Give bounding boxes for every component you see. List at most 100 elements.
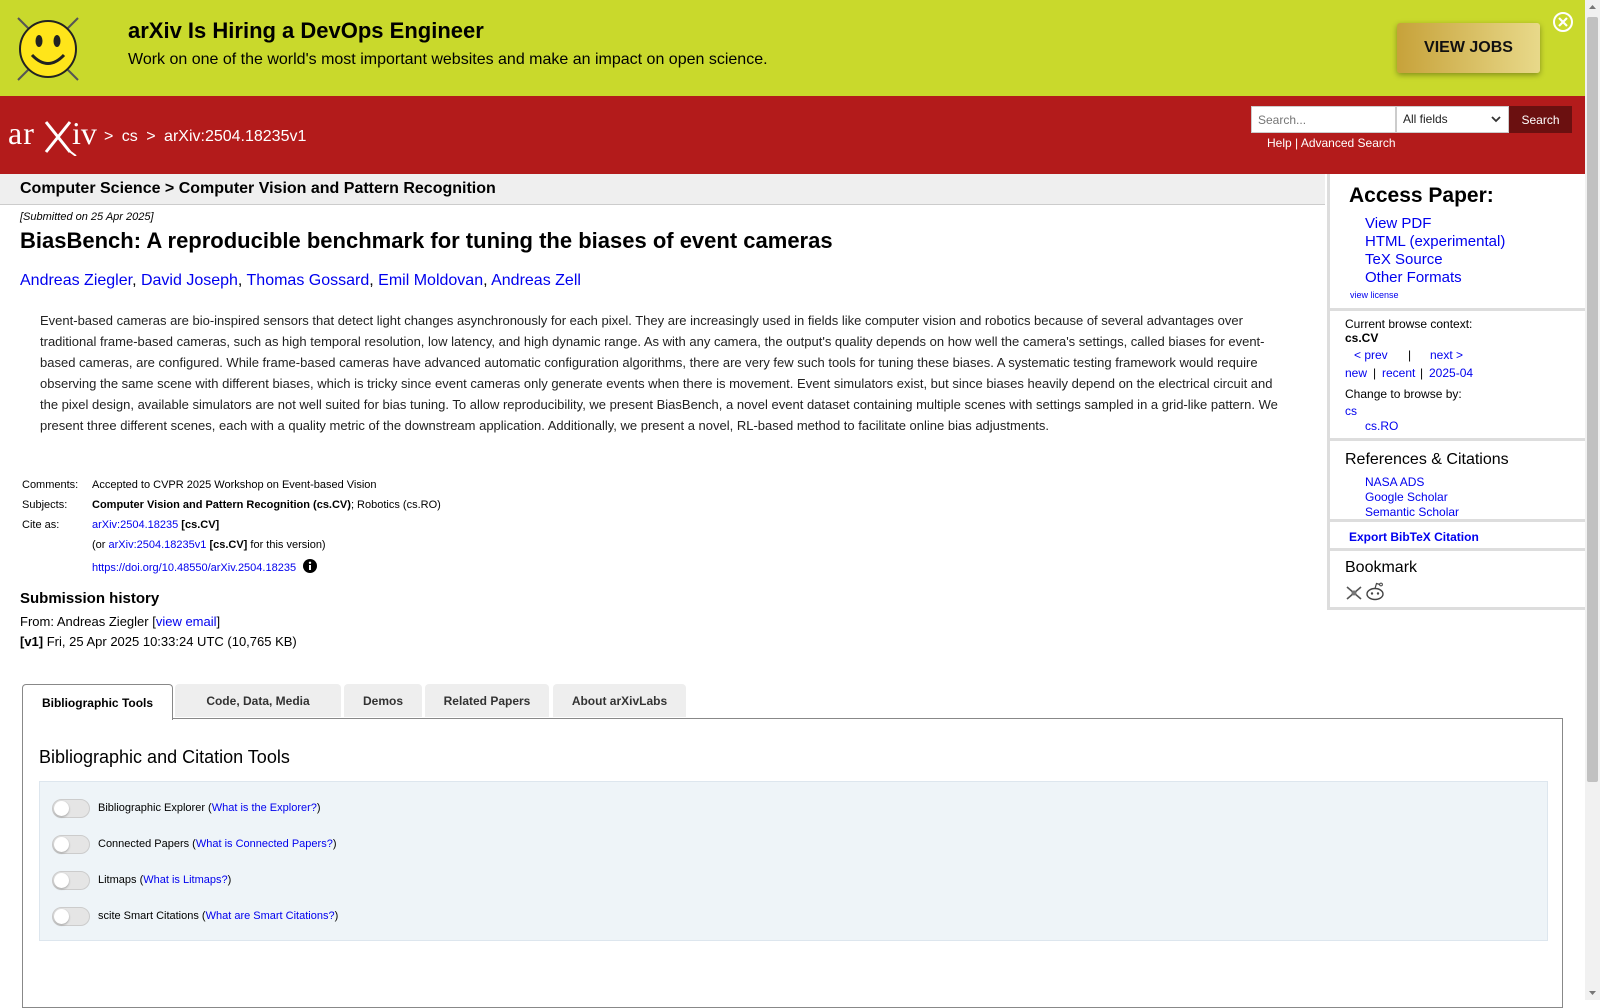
scroll-up-icon[interactable] [1585, 0, 1600, 15]
semantic-scholar-link[interactable]: Semantic Scholar [1365, 505, 1459, 519]
nav-separator: | [1420, 366, 1424, 380]
browse-cs-ro-link[interactable]: cs.RO [1365, 419, 1398, 433]
new-link[interactable]: new [1345, 366, 1367, 380]
other-formats-link[interactable]: Other Formats [1365, 269, 1462, 286]
bookmark-section: Bookmark [1330, 551, 1588, 610]
browse-cs-link[interactable]: cs [1345, 404, 1357, 418]
paper-title: BiasBench: A reproducible benchmark for … [20, 228, 833, 253]
export-section: Export BibTeX Citation [1330, 522, 1588, 551]
cite-category: [cs.CV] [181, 519, 220, 531]
version-label[interactable]: [v1] [20, 634, 43, 649]
breadcrumb: > cs > arXiv:2504.18235v1 [104, 128, 310, 146]
doi-link[interactable]: https://doi.org/10.48550/arXiv.2504.1823… [92, 562, 296, 574]
cite-version-link[interactable]: arXiv:2504.18235v1 [109, 539, 207, 551]
explorer-toggle[interactable] [52, 798, 90, 818]
page-scrollbar[interactable] [1585, 0, 1600, 1000]
tool-row-litmaps: Litmaps (What is Litmaps?) [52, 869, 231, 891]
svg-text:ar: ar [8, 115, 35, 151]
bibsonomy-icon[interactable] [1345, 585, 1363, 601]
cite-version-category: [cs.CV] [209, 539, 248, 551]
view-pdf-link[interactable]: View PDF [1365, 215, 1431, 232]
arxiv-logo-icon[interactable]: ar iv [8, 114, 101, 156]
browse-context-section: Current browse context: cs.CV < prev | n… [1330, 311, 1588, 441]
litmaps-toggle[interactable] [52, 870, 90, 890]
tool-close: ) [334, 910, 339, 922]
search-input[interactable] [1251, 106, 1396, 133]
tool-close: ) [227, 874, 232, 886]
scite-toggle[interactable] [52, 906, 90, 926]
google-scholar-link[interactable]: Google Scholar [1365, 490, 1448, 504]
author-link[interactable]: David Joseph [141, 272, 238, 289]
advanced-search-link[interactable]: Advanced Search [1301, 136, 1396, 150]
comments-value: Accepted to CVPR 2025 Workshop on Event-… [92, 479, 377, 491]
author-link[interactable]: Thomas Gossard [247, 272, 370, 289]
author-link[interactable]: Emil Moldovan [378, 272, 483, 289]
connected-papers-toggle[interactable] [52, 834, 90, 854]
breadcrumb-cs[interactable]: cs [122, 128, 138, 145]
prev-link[interactable]: < prev [1354, 348, 1388, 362]
search-button[interactable]: Search [1509, 106, 1572, 133]
author-separator: , [369, 272, 374, 289]
info-icon[interactable] [303, 559, 318, 573]
recent-link[interactable]: recent [1382, 366, 1415, 380]
subjects-label: Subjects: [22, 499, 68, 511]
comments-label: Comments: [22, 479, 79, 491]
view-jobs-button[interactable]: VIEW JOBS [1397, 23, 1540, 73]
tool-help-link[interactable]: What is Connected Papers? [196, 838, 333, 850]
close-icon[interactable] [1552, 11, 1574, 33]
scroll-down-icon[interactable] [1585, 985, 1600, 1000]
tool-row-explorer: Bibliographic Explorer (What is the Expl… [52, 797, 321, 819]
search-field-select[interactable]: All fields [1396, 106, 1509, 133]
references-title: References & Citations [1345, 451, 1509, 468]
reddit-icon[interactable] [1365, 582, 1385, 601]
tool-close: ) [316, 802, 321, 814]
tool-help-link[interactable]: What are Smart Citations? [206, 910, 335, 922]
view-license-link[interactable]: view license [1350, 290, 1399, 300]
breadcrumb-separator: > [104, 128, 114, 145]
search-field-value: All fields [1403, 112, 1448, 126]
tab-code-data-media[interactable]: Code, Data, Media [175, 684, 341, 717]
metadata-table: Comments: Accepted to CVPR 2025 Workshop… [20, 479, 443, 579]
author-link[interactable]: Andreas Ziegler [20, 272, 132, 289]
tab-related-papers[interactable]: Related Papers [425, 684, 549, 717]
tool-row-scite: scite Smart Citations (What are Smart Ci… [52, 905, 338, 927]
author-list: Andreas Ziegler, David Joseph, Thomas Go… [20, 272, 581, 290]
cite-value: arXiv:2504.18235 [cs.CV] [90, 519, 443, 539]
tool-help-link[interactable]: What is the Explorer? [212, 802, 317, 814]
view-email-link[interactable]: view email [156, 614, 217, 629]
breadcrumb-separator: > [146, 128, 156, 145]
cite-label: Cite as: [22, 519, 60, 531]
author-link[interactable]: Andreas Zell [491, 272, 581, 289]
secondary-subjects: ; Robotics (cs.RO) [350, 499, 441, 511]
month-link[interactable]: 2025-04 [1429, 366, 1473, 380]
author-separator: , [237, 272, 243, 289]
cite-or: (or [92, 539, 106, 551]
submission-from: From: Andreas Ziegler [view email] [20, 614, 220, 629]
tex-source-link[interactable]: TeX Source [1365, 251, 1443, 268]
nav-separator: | [1408, 348, 1412, 362]
tab-bibliographic-tools[interactable]: Bibliographic Tools [22, 684, 173, 720]
help-link[interactable]: Help [1267, 136, 1292, 150]
tab-about-arxivlabs[interactable]: About arXivLabs [553, 684, 686, 717]
access-paper-section: Access Paper: View PDF HTML (experimenta… [1330, 174, 1588, 311]
context-value: cs.CV [1345, 331, 1379, 345]
tool-row-connected-papers: Connected Papers (What is Connected Pape… [52, 833, 336, 855]
submission-history-title: Submission history [20, 590, 160, 607]
export-bibtex-link[interactable]: Export BibTeX Citation [1349, 530, 1479, 544]
version-date: Fri, 25 Apr 2025 10:33:24 UTC (10,765 KB… [43, 634, 297, 649]
tool-name: Connected Papers ( [98, 838, 196, 850]
next-link[interactable]: next > [1430, 348, 1463, 362]
primary-subject: Computer Vision and Pattern Recognition … [92, 499, 351, 511]
html-experimental-link[interactable]: HTML (experimental) [1365, 233, 1505, 250]
tab-demos[interactable]: Demos [344, 684, 422, 717]
context-label: Current browse context: [1345, 317, 1473, 331]
tool-help-link[interactable]: What is Litmaps? [143, 874, 227, 886]
nasa-ads-link[interactable]: NASA ADS [1365, 475, 1424, 489]
cite-id-link[interactable]: arXiv:2504.18235 [92, 519, 178, 531]
cite-version-line: (or arXiv:2504.18235v1 [cs.CV] for this … [90, 539, 443, 559]
hiring-banner: arXiv Is Hiring a DevOps Engineer Work o… [0, 0, 1585, 96]
change-browse-label: Change to browse by: [1345, 387, 1462, 401]
access-paper-title: Access Paper: [1349, 184, 1494, 207]
scroll-thumb[interactable] [1587, 17, 1598, 782]
bracket-close: ] [216, 614, 221, 629]
